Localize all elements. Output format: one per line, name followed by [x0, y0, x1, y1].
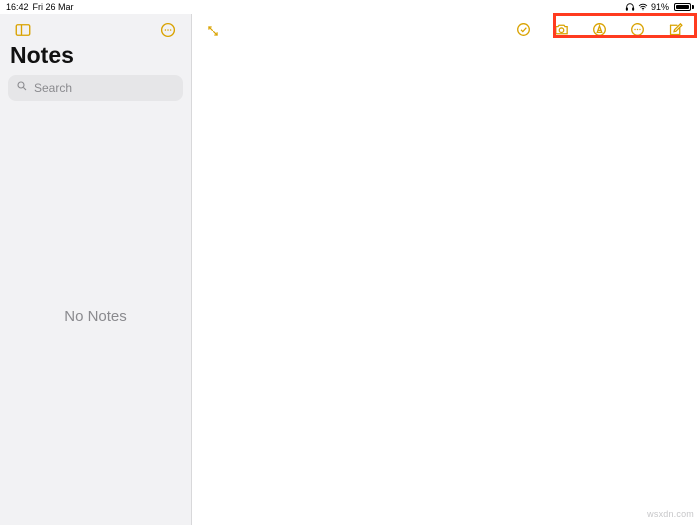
empty-state-text: No Notes — [64, 308, 127, 325]
sidebar-toolbar — [0, 14, 191, 42]
search-field[interactable] — [8, 75, 183, 101]
expand-note-button[interactable] — [202, 20, 224, 42]
compose-button[interactable] — [662, 17, 688, 41]
status-date: Fri 26 Mar — [33, 2, 74, 12]
status-left: 16:42 Fri 26 Mar — [6, 2, 74, 12]
sidebar: Notes — [0, 14, 192, 525]
search-input[interactable] — [28, 81, 195, 95]
camera-button[interactable] — [548, 17, 574, 41]
note-editor — [192, 14, 700, 525]
status-right: 91% — [625, 2, 694, 12]
search-icon — [16, 79, 28, 97]
more-button[interactable] — [624, 17, 650, 41]
page-title: Notes — [0, 42, 191, 75]
markup-button[interactable] — [586, 17, 612, 41]
battery-pct: 91% — [651, 2, 669, 12]
search-field-wrapper — [8, 75, 183, 101]
watermark: wsxdn.com — [647, 509, 694, 519]
more-options-button[interactable] — [155, 18, 181, 42]
wifi-icon — [638, 2, 648, 12]
status-bar: 16:42 Fri 26 Mar 91% — [0, 0, 700, 14]
sidebar-toggle-button[interactable] — [10, 18, 36, 42]
editor-toolbar — [192, 14, 700, 44]
status-time: 16:42 — [6, 2, 29, 12]
battery-icon — [672, 3, 694, 11]
checklist-button[interactable] — [510, 17, 536, 41]
notes-list-empty: No Notes — [0, 107, 191, 525]
headphones-icon — [625, 2, 635, 12]
editor-tool-cluster — [506, 15, 692, 43]
